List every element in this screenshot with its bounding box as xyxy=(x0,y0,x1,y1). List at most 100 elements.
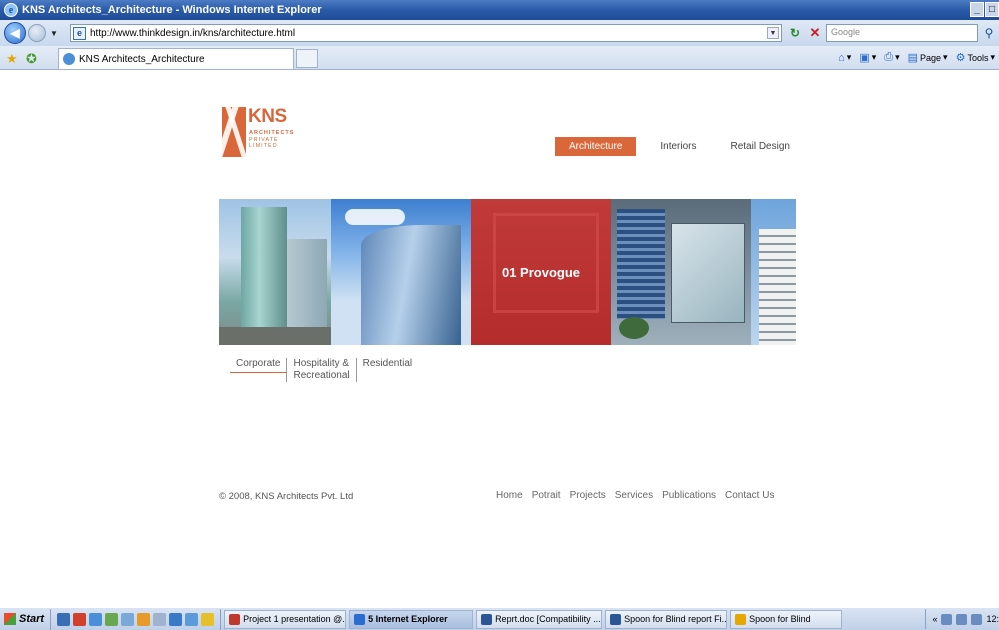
project-gallery: 01 Provogue xyxy=(219,199,796,345)
home-button[interactable]: ⌂ ▾ xyxy=(838,52,851,64)
nav-architecture[interactable]: Architecture xyxy=(555,137,637,156)
web-page: KNS ARCHITECTS PRIVATE LIMITED Architect… xyxy=(0,71,999,607)
gallery-image-1[interactable] xyxy=(219,199,331,345)
gallery-image-3-selected[interactable]: 01 Provogue xyxy=(471,199,611,345)
start-button[interactable]: Start xyxy=(0,608,52,630)
logo-name: KNS xyxy=(248,106,287,127)
ie-icon xyxy=(354,613,366,625)
word-icon xyxy=(610,613,622,625)
address-toolbar: ◀ ▼ e http://www.thinkdesign.in/kns/arch… xyxy=(0,20,999,46)
task-label: Spoon for Blind report Fi... xyxy=(624,614,728,624)
tab-toolbar: ★ ✪ KNS Architects_Architecture ⌂ ▾ ▣ ▾ ⎙ ▾… xyxy=(0,46,999,70)
subnav-corporate[interactable]: Corporate xyxy=(230,358,287,373)
stop-icon[interactable]: ✕ xyxy=(806,24,824,42)
storefront-shape xyxy=(671,223,745,323)
building-shape xyxy=(759,229,796,345)
window-titlebar: e KNS Architects_Architecture - Windows … xyxy=(0,0,999,20)
add-favorites-icon[interactable]: ✪ xyxy=(26,51,37,67)
quick-launch xyxy=(51,608,222,630)
quick-launch-app-icon[interactable] xyxy=(153,612,167,626)
ground-shape xyxy=(219,327,331,345)
window-title: KNS Architects_Architecture - Windows In… xyxy=(22,4,322,16)
footer-link-potrait[interactable]: Potrait xyxy=(532,490,561,501)
building-shape xyxy=(287,239,327,335)
quick-launch-app-icon[interactable] xyxy=(137,612,151,626)
nav-retail-design[interactable]: Retail Design xyxy=(716,137,803,156)
tray-network-icon[interactable] xyxy=(956,613,968,625)
address-dropdown-icon[interactable]: ▼ xyxy=(767,27,779,39)
tray-expand-icon[interactable]: « xyxy=(932,614,937,624)
subnav-residential[interactable]: Residential xyxy=(355,358,418,382)
print-button[interactable]: ⎙ ▾ xyxy=(884,51,899,64)
quick-launch-app-icon[interactable] xyxy=(185,612,199,626)
quick-launch-app-icon[interactable] xyxy=(105,612,119,626)
feeds-button[interactable]: ▣ ▾ xyxy=(859,51,876,64)
window-controls: _ □ xyxy=(970,2,999,17)
favorites-star-icon[interactable]: ★ xyxy=(6,51,18,67)
tree-shape xyxy=(619,317,649,339)
tray-app-icon[interactable] xyxy=(941,613,953,625)
refresh-icon[interactable]: ↻ xyxy=(786,24,804,42)
task-spoon-for-blind[interactable]: Spoon for Blind xyxy=(730,609,843,629)
ie-quick-launch-icon[interactable] xyxy=(89,612,103,626)
command-bar: ⌂ ▾ ▣ ▾ ⎙ ▾ ▤ Page ▾ ⚙ Tools ▾ xyxy=(838,51,995,64)
quick-launch-app-icon[interactable] xyxy=(201,612,215,626)
page-icon: e xyxy=(73,26,86,40)
footer-link-home[interactable]: Home xyxy=(496,490,523,501)
building-shape xyxy=(241,207,287,335)
task-label: 5 Internet Explorer xyxy=(368,614,448,624)
footer-link-contact[interactable]: Contact Us xyxy=(725,490,774,501)
back-button[interactable]: ◀ xyxy=(4,22,26,44)
footer-copyright: © 2008, KNS Architects Pvt. Ltd xyxy=(219,491,354,502)
word-icon xyxy=(481,613,493,625)
home-icon: ⌂ xyxy=(838,51,845,64)
main-nav: Architecture Interiors Retail Design xyxy=(555,137,804,156)
quick-launch-app-icon[interactable] xyxy=(169,612,183,626)
logo-sub-line: LIMITED xyxy=(249,143,278,149)
quick-launch-app-icon[interactable] xyxy=(73,612,87,626)
kns-logo[interactable]: KNS ARCHITECTS PRIVATE LIMITED xyxy=(222,107,294,157)
logo-sub-line: ARCHITECTS xyxy=(249,130,295,136)
windows-taskbar: Start Project 1 presentation @... 5 Inte… xyxy=(0,607,999,630)
powerpoint-icon xyxy=(229,613,241,625)
footer-link-projects[interactable]: Projects xyxy=(570,490,606,501)
tools-menu-label: Tools xyxy=(967,52,989,63)
footer-link-publications[interactable]: Publications xyxy=(662,490,716,501)
search-icon[interactable]: ⚲ xyxy=(980,24,998,42)
footer-link-services[interactable]: Services xyxy=(615,490,653,501)
tray-clock[interactable]: 12: xyxy=(986,614,999,624)
system-tray: « 12: xyxy=(925,609,999,629)
cloud-shape xyxy=(345,209,405,225)
nav-interiors[interactable]: Interiors xyxy=(646,137,710,156)
windows-flag-icon xyxy=(4,613,16,625)
task-project-presentation[interactable]: Project 1 presentation @... xyxy=(224,609,347,629)
show-desktop-icon[interactable] xyxy=(57,612,71,626)
gallery-image-4[interactable] xyxy=(611,199,751,345)
category-subnav: Corporate Hospitality & Recreational Res… xyxy=(230,358,418,382)
maximize-button[interactable]: □ xyxy=(985,2,999,17)
task-internet-explorer[interactable]: 5 Internet Explorer xyxy=(349,609,474,629)
quick-launch-app-icon[interactable] xyxy=(121,612,135,626)
folder-icon xyxy=(735,613,747,625)
forward-button[interactable] xyxy=(28,24,46,42)
task-spoon-report[interactable]: Spoon for Blind report Fi... xyxy=(605,609,728,629)
gallery-image-5[interactable] xyxy=(751,199,796,345)
tools-menu[interactable]: ⚙ Tools ▾ xyxy=(956,51,995,64)
new-tab-button[interactable] xyxy=(296,49,318,68)
recent-pages-dropdown-icon[interactable]: ▼ xyxy=(50,29,58,38)
task-label: Spoon for Blind xyxy=(749,614,811,624)
address-url: http://www.thinkdesign.in/kns/architectu… xyxy=(90,27,296,39)
page-menu[interactable]: ▤ Page ▾ xyxy=(908,51,948,64)
search-input[interactable]: Google xyxy=(826,24,978,42)
subnav-hospitality[interactable]: Hospitality & Recreational xyxy=(286,358,355,382)
minimize-button[interactable]: _ xyxy=(970,2,984,17)
task-label: Project 1 presentation @... xyxy=(243,614,347,624)
building-shape xyxy=(361,225,461,345)
task-reprt-doc[interactable]: Reprt.doc [Compatibility ... xyxy=(476,609,603,629)
footer-nav: Home Potrait Projects Services Publicati… xyxy=(496,490,774,501)
tab-label: KNS Architects_Architecture xyxy=(79,53,205,65)
tab-kns-architecture[interactable]: KNS Architects_Architecture xyxy=(58,48,294,69)
address-input[interactable]: e http://www.thinkdesign.in/kns/architec… xyxy=(70,24,782,42)
gallery-image-2[interactable] xyxy=(331,199,471,345)
tray-volume-icon[interactable] xyxy=(971,613,983,625)
